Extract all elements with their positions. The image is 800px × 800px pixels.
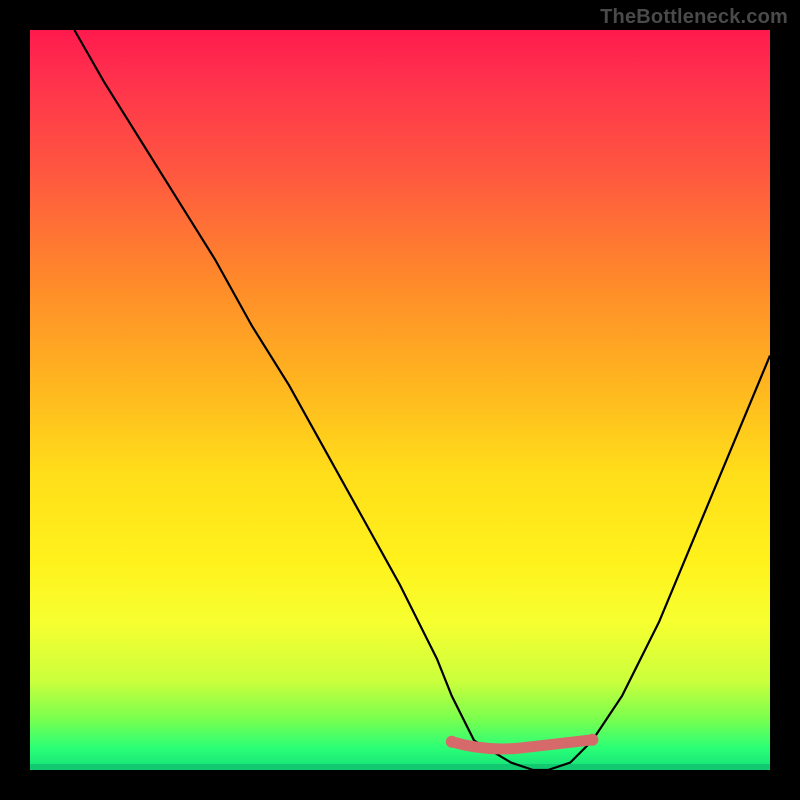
chart-canvas: TheBottleneck.com [0,0,800,800]
bottleneck-curve [74,30,770,770]
curve-layer [30,30,770,770]
optimal-range-end-left [446,736,458,748]
optimal-range-marker [452,740,593,749]
branding-watermark: TheBottleneck.com [600,6,788,29]
plot-area [30,30,770,770]
optimal-range-end-right [586,734,598,746]
